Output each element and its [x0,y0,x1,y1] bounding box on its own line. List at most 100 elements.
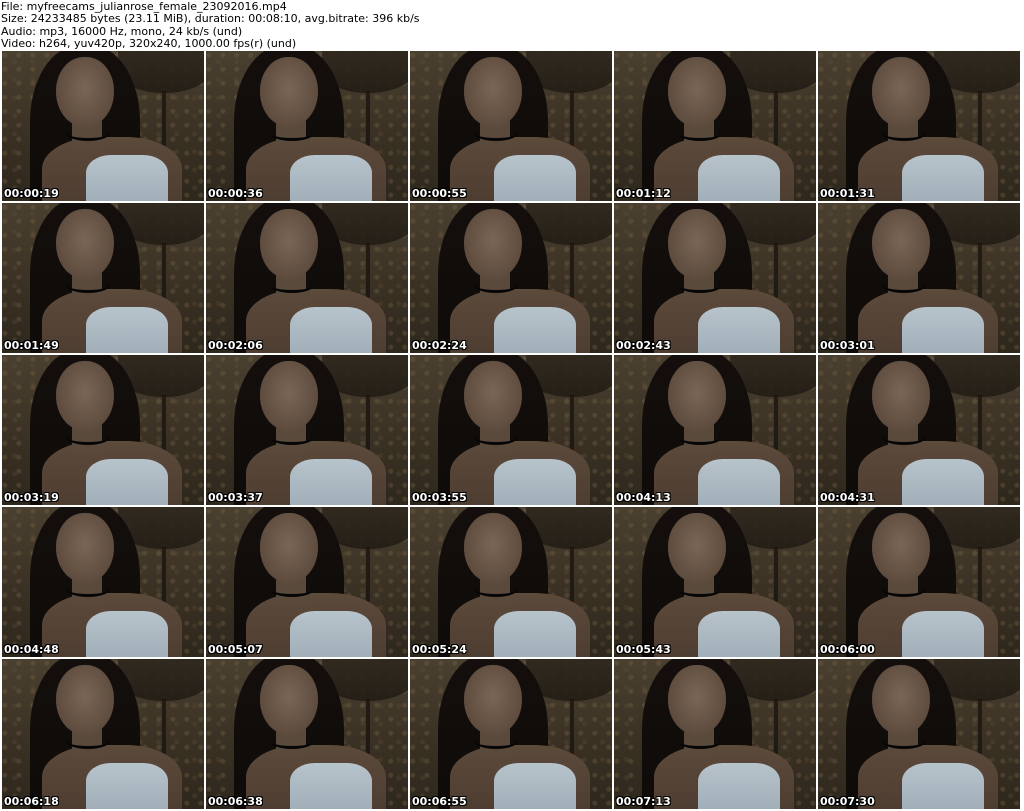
video-thumbnail: 00:00:55 [410,51,612,201]
thumbnail-timestamp: 00:03:01 [820,339,875,352]
tank-top-shape [698,307,780,353]
file-size-line: Size: 24233485 bytes (23.11 MiB), durati… [1,12,420,26]
thumbnail-timestamp: 00:04:13 [616,491,671,504]
video-thumbnail: 00:05:24 [410,507,612,657]
video-thumbnail: 00:00:36 [206,51,408,201]
video-thumbnail: 00:00:19 [2,51,204,201]
tank-top-shape [698,459,780,505]
tank-top-shape [494,763,576,809]
face-shape [464,361,522,431]
face-shape [872,665,930,735]
video-thumbnail: 00:06:18 [2,659,204,809]
tank-top-shape [290,459,372,505]
tank-top-shape [290,155,372,201]
tank-top-shape [698,763,780,809]
thumbnail-timestamp: 00:01:49 [4,339,59,352]
video-thumbnail: 00:06:38 [206,659,408,809]
face-shape [872,209,930,279]
tank-top-shape [494,611,576,657]
tank-top-shape [494,155,576,201]
choker-shape [882,277,926,293]
choker-shape [270,733,314,749]
thumbnail-timestamp: 00:02:24 [412,339,467,352]
face-shape [872,361,930,431]
choker-shape [882,125,926,141]
face-shape [872,513,930,583]
thumbnail-timestamp: 00:02:06 [208,339,263,352]
thumbnail-timestamp: 00:06:00 [820,643,875,656]
video-thumbnail: 00:03:19 [2,355,204,505]
video-thumbnail: 00:01:12 [614,51,816,201]
face-shape [56,57,114,127]
choker-shape [270,277,314,293]
tank-top-shape [86,155,168,201]
thumbnail-timestamp: 00:03:19 [4,491,59,504]
video-thumbnail: 00:02:43 [614,203,816,353]
choker-shape [678,733,722,749]
video-thumbnail: 00:04:13 [614,355,816,505]
choker-shape [66,733,110,749]
choker-shape [474,125,518,141]
tank-top-shape [902,763,984,809]
face-shape [464,209,522,279]
face-shape [56,361,114,431]
thumbnail-timestamp: 00:02:43 [616,339,671,352]
tank-top-shape [290,763,372,809]
thumbnail-timestamp: 00:05:07 [208,643,263,656]
choker-shape [474,733,518,749]
video-thumbnail: 00:03:55 [410,355,612,505]
file-info-header: File: myfreecams_julianrose_female_23092… [0,0,1024,50]
video-thumbnail: 00:05:43 [614,507,816,657]
video-thumbnail: 00:02:06 [206,203,408,353]
tank-top-shape [494,307,576,353]
tank-top-shape [902,307,984,353]
thumbnail-grid: 00:00:19 00:00:36 00:00:55 00:01:12 00:01:31… [2,51,1024,811]
video-thumbnail: 00:05:07 [206,507,408,657]
face-shape [56,513,114,583]
thumbnail-timestamp: 00:05:24 [412,643,467,656]
face-shape [668,209,726,279]
face-shape [668,361,726,431]
choker-shape [270,429,314,445]
choker-shape [66,125,110,141]
choker-shape [474,429,518,445]
face-shape [260,209,318,279]
tank-top-shape [902,611,984,657]
face-shape [464,513,522,583]
video-thumbnail: 00:07:13 [614,659,816,809]
video-thumbnail: 00:06:00 [818,507,1020,657]
tank-top-shape [86,459,168,505]
face-shape [56,665,114,735]
tank-top-shape [86,611,168,657]
tank-top-shape [290,611,372,657]
face-shape [260,665,318,735]
tank-top-shape [902,459,984,505]
choker-shape [66,429,110,445]
choker-shape [270,581,314,597]
thumbnail-timestamp: 00:05:43 [616,643,671,656]
tank-top-shape [86,763,168,809]
choker-shape [678,581,722,597]
choker-shape [678,429,722,445]
face-shape [56,209,114,279]
video-thumbnail: 00:04:31 [818,355,1020,505]
choker-shape [66,277,110,293]
tank-top-shape [902,155,984,201]
face-shape [260,57,318,127]
video-info-line: Video: h264, yuv420p, 320x240, 1000.00 f… [1,36,297,50]
thumbnail-timestamp: 00:01:12 [616,187,671,200]
video-thumbnail: 00:03:37 [206,355,408,505]
audio-info-line: Audio: mp3, 16000 Hz, mono, 24 kb/s (und… [1,24,243,38]
choker-shape [474,277,518,293]
face-shape [464,57,522,127]
thumbnail-timestamp: 00:04:48 [4,643,59,656]
thumbnail-timestamp: 00:03:55 [412,491,467,504]
choker-shape [882,733,926,749]
video-thumbnail: 00:02:24 [410,203,612,353]
face-shape [260,513,318,583]
choker-shape [270,125,314,141]
video-thumbnail: 00:04:48 [2,507,204,657]
tank-top-shape [290,307,372,353]
face-shape [668,513,726,583]
thumbnail-timestamp: 00:07:30 [820,795,875,808]
